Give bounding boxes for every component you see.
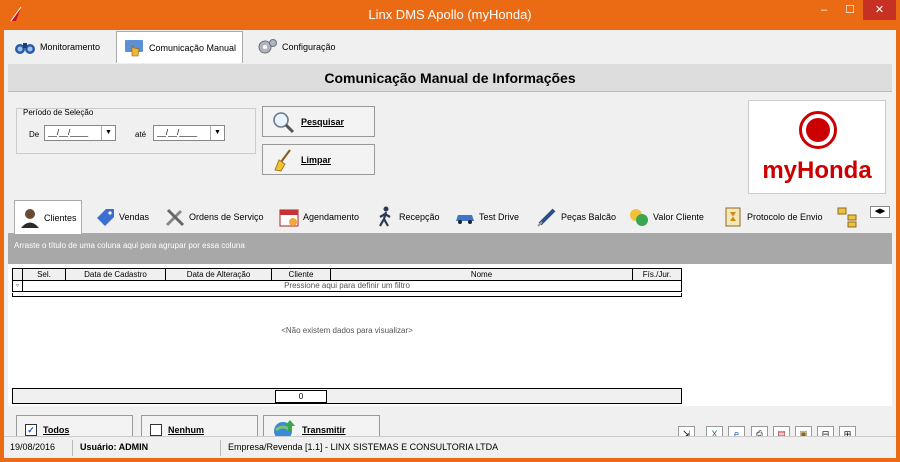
search-button[interactable]: Pesquisar [262,106,375,137]
to-date-picker[interactable]: __/__/____ ▼ [153,125,225,141]
tab-comunicacao-manual[interactable]: Comunicação Manual [116,31,244,63]
main-window: Monitoramento Comunicação Manual Configu… [4,30,896,458]
column-fis-jur[interactable]: Fís./Jur. [633,269,681,280]
period-filter-group: Período de Seleção De __/__/____ ▼ até _… [16,108,256,154]
logo-text: myHonda [762,157,872,184]
status-separator [72,440,73,456]
to-label: até [135,130,147,139]
status-company: Empresa/Revenda [1.1] - LINX SISTEMAS E … [228,442,499,452]
tools-icon [165,208,185,227]
chevron-down-icon[interactable]: ▼ [210,126,224,140]
clear-button[interactable]: Limpar [262,144,375,175]
tab-agendamento[interactable]: Agendamento [274,202,363,232]
myhonda-logo: myHonda [748,100,886,194]
column-cliente[interactable]: Cliente [272,269,331,280]
column-data-cadastro[interactable]: Data de Cadastro [66,269,166,280]
tab-label: Comunicação Manual [149,42,237,53]
user-icon [21,208,39,228]
tab-label: Peças Balcão [561,212,617,222]
tab-label: Agendamento [303,212,360,222]
broom-icon [274,148,291,172]
data-tab-strip: Clientes Vendas Ordens de Serviço Agenda… [8,200,892,234]
maximize-button[interactable]: ☐ [837,0,863,20]
tab-clientes[interactable]: Clientes [14,200,82,234]
coins-icon [630,209,648,226]
select-all-label: Todos [43,425,70,435]
magnifier-icon [273,111,295,133]
main-tab-strip: Monitoramento Comunicação Manual Configu… [4,30,896,64]
to-date-value: __/__/____ [157,128,198,137]
hierarchy-icon [837,207,857,228]
filter-hint: Pressione aqui para definir um filtro [284,281,410,290]
search-button-label: Pesquisar [301,116,345,127]
tab-ordens-servico[interactable]: Ordens de Serviço [160,202,268,232]
tab-label: Valor Cliente [653,212,704,222]
tab-label: Monitoramento [40,42,101,52]
from-date-value: __/__/____ [48,128,89,137]
title-bar: Linx DMS Apollo (myHonda) ‒ ☐ ✕ [0,0,900,30]
column-data-alteracao[interactable]: Data de Alteração [166,269,272,280]
tab-configuracao[interactable]: Configuração [250,33,342,61]
column-sel[interactable]: Sel. [23,269,66,280]
select-none-label: Nenhum [168,425,204,435]
walking-person-icon [379,206,391,227]
tab-test-drive[interactable]: Test Drive [450,202,523,232]
page-header: Comunicação Manual de Informações [8,64,892,92]
status-separator [220,440,221,456]
filter-row[interactable]: ▿ Pressione aqui para definir um filtro [12,281,682,292]
tab-vendas[interactable]: Vendas [90,202,153,232]
tab-recepcao[interactable]: Recepção [370,202,444,232]
tab-pecas-balcao[interactable]: Peças Balcão [532,202,620,232]
grid-header: Sel. Data de Cadastro Data de Alteração … [12,268,682,281]
hand-pointer-icon [125,39,143,56]
filter-icon: ▿ [13,281,23,291]
calendar-icon [279,209,299,227]
no-data-message: <Não existem dados para visualizar> [281,326,413,335]
tab-overflow[interactable] [832,202,862,232]
empty-checkbox-icon [150,424,162,436]
row-indicator-header [13,269,23,280]
grid-divider [12,293,682,297]
group-by-panel[interactable]: Arraste o título de uma coluna aqui para… [8,234,892,264]
person-icon [806,118,830,142]
tab-scroll-arrows[interactable]: ◀▶ [870,206,890,218]
status-date: 19/08/2016 [10,442,56,452]
spark-plug-icon [537,208,556,227]
tab-label: Recepção [399,212,440,222]
binoculars-icon [15,43,35,54]
status-bar: 19/08/2016 Usuário: ADMIN Empresa/Revend… [4,436,896,458]
document-hourglass-icon [725,207,741,227]
tab-label: Protocolo de Envio [747,212,823,222]
close-button[interactable]: ✕ [863,0,896,20]
from-date-picker[interactable]: __/__/____ ▼ [44,125,116,141]
checked-box-icon: ✓ [25,424,37,436]
column-nome[interactable]: Nome [331,269,633,280]
transmit-label: Transmitir [302,425,346,435]
page-title: Comunicação Manual de Informações [324,70,576,86]
tab-label: Test Drive [479,212,520,222]
tab-valor-cliente[interactable]: Valor Cliente [624,202,708,232]
tab-label: Configuração [282,42,336,52]
tab-monitoramento[interactable]: Monitoramento [8,33,106,61]
tab-label: Clientes [44,212,77,223]
window-title: Linx DMS Apollo (myHonda) [368,7,532,22]
chevron-down-icon[interactable]: ▼ [101,126,115,140]
car-icon [456,215,474,224]
tab-label: Ordens de Serviço [189,212,264,222]
clear-button-label: Limpar [301,154,332,165]
gears-icon [258,39,277,54]
tab-label: Vendas [119,212,150,222]
period-group-label: Período de Seleção [23,108,94,117]
from-label: De [29,130,40,139]
record-count: 0 [275,390,327,403]
tag-icon [97,209,114,226]
grid-footer: 0 [12,388,682,404]
status-user: Usuário: ADMIN [80,442,149,452]
data-grid: Arraste o título de uma coluna aqui para… [8,234,892,406]
tab-protocolo-envio[interactable]: Protocolo de Envio [718,202,827,232]
minimize-button[interactable]: ‒ [811,0,837,20]
